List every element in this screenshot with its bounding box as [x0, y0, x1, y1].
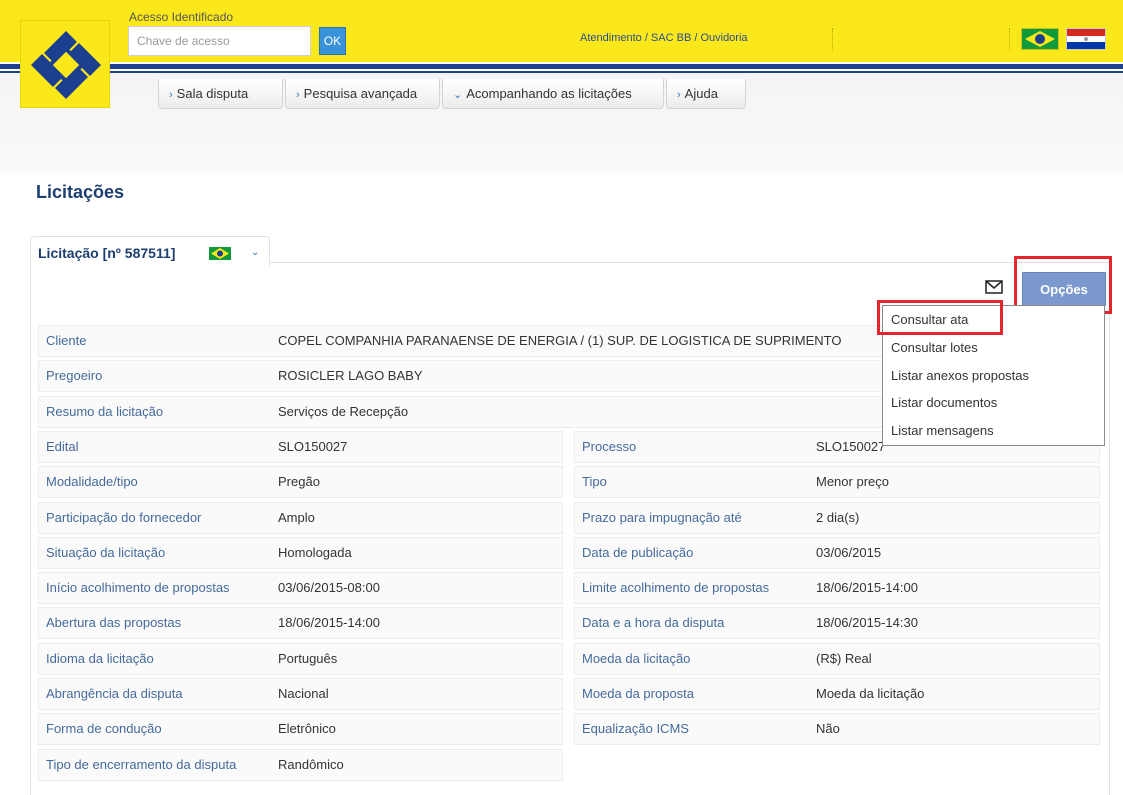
- atendimento-link[interactable]: Atendimento / SAC BB / Ouvidoria: [580, 32, 748, 44]
- field-label: Data e a hora da disputa: [582, 615, 725, 631]
- field-value: 2 dia(s): [816, 509, 860, 525]
- tab-pesquisa-avancada[interactable]: › Pesquisa avançada: [285, 79, 440, 109]
- consultar-ata-highlight-box: [877, 300, 1003, 335]
- field-label: Equalização ICMS: [582, 721, 689, 737]
- field-value: Eletrônico: [278, 721, 336, 737]
- bb-logo-icon: [31, 31, 101, 99]
- menu-item-listar-documentos[interactable]: Listar documentos: [891, 395, 997, 410]
- tab-label: Ajuda: [684, 86, 718, 101]
- menu-item-consultar-lotes[interactable]: Consultar lotes: [891, 340, 978, 355]
- page-title: Licitações: [36, 182, 125, 202]
- field-value: Nacional: [278, 686, 329, 701]
- chevron-down-icon[interactable]: ⌄: [251, 247, 259, 258]
- brazil-flag-icon[interactable]: [1021, 28, 1059, 50]
- field-label: Abrangência da disputa: [46, 686, 183, 701]
- field-value: SLO150027: [278, 438, 348, 454]
- field-value: Serviços de Recepção: [278, 403, 409, 419]
- field-value: Amplo: [278, 509, 315, 525]
- field-value: 18/06/2015-14:30: [816, 615, 918, 631]
- tab-ajuda[interactable]: › Ajuda: [666, 79, 746, 109]
- field-label: Moeda da licitação: [582, 650, 691, 666]
- field-value: COPEL COMPANHIA PARANAENSE DE ENERGIA / …: [278, 333, 842, 348]
- field-label: Tipo de encerramento da disputa: [46, 756, 237, 772]
- bank-logo[interactable]: [20, 20, 110, 108]
- tab-label: Acompanhando as licitações: [466, 86, 632, 101]
- field-label: Pregoeiro: [46, 368, 103, 384]
- chevron-right-icon: ›: [169, 89, 173, 101]
- field-label: Abertura das propostas: [46, 615, 182, 631]
- field-value: 18/06/2015-14:00: [278, 615, 380, 631]
- chevron-right-icon: ›: [677, 89, 681, 101]
- paraguay-flag-icon: [1067, 29, 1105, 49]
- menu-item-listar-mensagens[interactable]: Listar mensagens: [891, 423, 994, 438]
- field-label: Cliente: [46, 333, 87, 348]
- paraguay-flag-icon[interactable]: [1066, 28, 1106, 50]
- field-label: Limite acolhimento de propostas: [582, 580, 770, 596]
- tab-sala-disputa[interactable]: › Sala disputa: [158, 79, 283, 109]
- field-value: ROSICLER LAGO BABY: [278, 368, 423, 384]
- field-value: 03/06/2015: [816, 544, 882, 560]
- header-divider: [832, 28, 833, 50]
- access-key-input[interactable]: [128, 26, 311, 56]
- field-label: Edital: [46, 438, 79, 454]
- field-label: Data de publicação: [582, 544, 694, 560]
- field-label: Início acolhimento de propostas: [46, 580, 230, 596]
- tab-label: Pesquisa avançada: [303, 86, 418, 101]
- menu-item-listar-anexos[interactable]: Listar anexos propostas: [891, 368, 1029, 383]
- field-value: Pregão: [278, 474, 320, 490]
- field-label: Modalidade/tipo: [46, 474, 138, 490]
- chevron-right-icon: ›: [296, 89, 300, 101]
- access-label: Acesso Identificado: [129, 10, 234, 24]
- licitacao-tab[interactable]: Licitação [nº 587511] ⌄: [30, 236, 270, 266]
- mail-icon[interactable]: [985, 280, 1003, 294]
- header-stripe: [0, 64, 1123, 69]
- ok-button[interactable]: OK: [319, 27, 346, 55]
- brazil-flag-icon: [209, 247, 231, 260]
- tab-label: Sala disputa: [176, 86, 249, 101]
- field-label: Processo: [582, 438, 637, 454]
- field-label: Participação do fornecedor: [46, 509, 202, 525]
- chevron-down-icon: ⌄: [453, 89, 463, 101]
- licitacao-tab-title: Licitação [nº 587511]: [38, 245, 176, 261]
- field-value: Randômico: [278, 756, 344, 772]
- tab-acompanhando[interactable]: ⌄ Acompanhando as licitações: [442, 79, 664, 109]
- field-value: Menor preço: [816, 474, 889, 490]
- field-label: Forma de condução: [46, 721, 162, 737]
- field-value: 18/06/2015-14:00: [816, 580, 918, 596]
- field-value: Português: [278, 650, 338, 666]
- field-label: Prazo para impugnação até: [582, 509, 742, 525]
- field-value: (R$) Real: [816, 650, 872, 666]
- field-label: Situação da licitação: [46, 544, 166, 560]
- field-value: Homologada: [278, 544, 352, 560]
- field-value: 03/06/2015-08:00: [278, 580, 380, 596]
- header-divider: [1009, 28, 1010, 50]
- field-label: Idioma da licitação: [46, 650, 154, 666]
- field-label: Resumo da licitação: [46, 403, 164, 419]
- brazil-flag-icon: [1022, 29, 1058, 49]
- field-label: Moeda da proposta: [582, 686, 695, 701]
- field-label: Tipo: [582, 474, 607, 490]
- field-value: Não: [816, 721, 840, 737]
- field-value: SLO150027: [816, 438, 886, 454]
- field-value: Moeda da licitação: [816, 686, 925, 701]
